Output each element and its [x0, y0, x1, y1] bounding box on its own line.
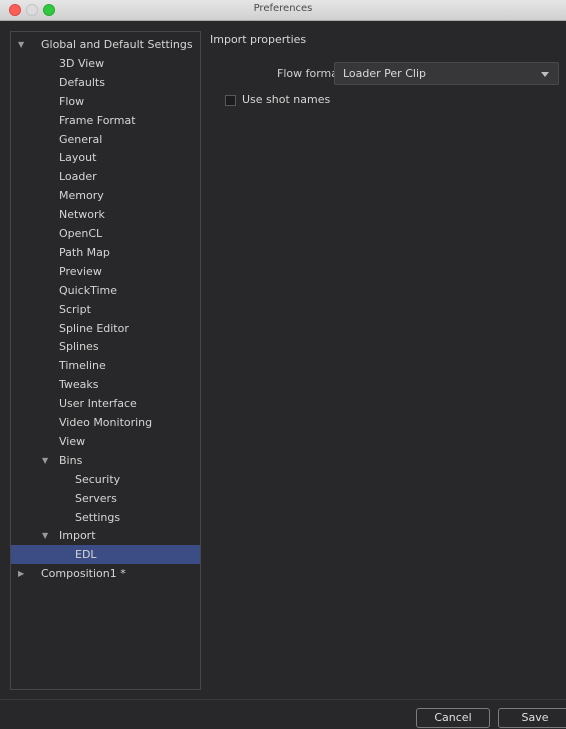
tree-item[interactable]: Defaults: [11, 73, 200, 92]
tree-item-label: Script: [59, 302, 91, 316]
tree-item-label: QuickTime: [59, 283, 118, 297]
tree-item-label: Spline Editor: [59, 321, 129, 335]
tree-item-label: Video Monitoring: [59, 416, 153, 429]
use-shot-names-label[interactable]: Use shot names: [242, 93, 330, 106]
tree-item-label: EDL: [75, 548, 97, 562]
tree-item[interactable]: Tweaks: [11, 375, 200, 394]
tree-item-label: User Interface: [59, 397, 137, 411]
tree-item[interactable]: ▶ Composition1 *: [11, 564, 200, 583]
expand-arrow-icon[interactable]: ▼: [42, 451, 48, 470]
tree-item[interactable]: Flow: [11, 92, 200, 111]
tree-item-label: OpenCL: [59, 227, 103, 240]
tree-item[interactable]: Spline Editor: [11, 319, 200, 338]
tree-item-label: Defaults: [59, 75, 105, 89]
tree-item[interactable]: ▼ Global and Default Settings: [11, 35, 200, 54]
expand-arrow-icon[interactable]: ▼: [18, 35, 24, 54]
tree-item-label: Loader: [59, 170, 97, 184]
panel-title: Import properties: [210, 33, 307, 46]
window-title: Preferences: [253, 3, 313, 14]
tree-item-label: Preview: [59, 264, 102, 278]
preferences-window: Preferences ▼ Global and Default Settings…: [0, 0, 566, 729]
tree-item[interactable]: Script: [11, 300, 200, 319]
tree-item-label: Network: [59, 208, 105, 222]
tree-item[interactable]: Timeline: [11, 356, 200, 375]
tree-item[interactable]: QuickTime: [11, 281, 200, 300]
tree-item-label: Layout: [59, 151, 97, 165]
title-bar: Preferences: [0, 0, 566, 21]
tree-item[interactable]: Frame Format: [11, 111, 200, 130]
tree-item[interactable]: General: [11, 130, 200, 149]
import-properties-panel: Import properties Flow format: Loader Pe…: [203, 31, 566, 690]
tree-item[interactable]: ▼ Bins: [11, 451, 200, 470]
cancel-button[interactable]: Cancel: [416, 708, 490, 728]
tree-item-label: Path Map: [59, 245, 110, 259]
expand-arrow-icon[interactable]: ▼: [42, 526, 48, 545]
collapse-arrow-icon[interactable]: ▶: [18, 564, 24, 583]
tree-item[interactable]: ▼ Import: [11, 526, 200, 545]
tree-item-label: Frame Format: [59, 113, 136, 127]
tree-item[interactable]: Path Map: [11, 243, 200, 262]
use-shot-names-checkbox[interactable]: [225, 95, 236, 106]
settings-tree: ▼ Global and Default Settings 3D View Defau…: [10, 31, 201, 690]
tree-item-label: General: [59, 132, 103, 146]
tree-item[interactable]: 3D View: [11, 54, 200, 73]
tree-item-label: Flow: [59, 94, 85, 108]
tree-item[interactable]: Layout: [11, 148, 200, 167]
tree-item-label: Settings: [75, 510, 121, 524]
tree-item[interactable]: User Interface: [11, 394, 200, 413]
tree-item-label: Splines: [59, 340, 99, 354]
tree-item-label: Tweaks: [59, 378, 99, 392]
tree-item[interactable]: OpenCL: [11, 224, 200, 243]
tree-item[interactable]: Security: [11, 470, 200, 489]
tree-item-label: Import: [59, 529, 96, 543]
tree-item[interactable]: Loader: [11, 167, 200, 186]
save-button[interactable]: Save: [498, 708, 566, 728]
tree-item-label: Global and Default Settings: [41, 38, 193, 51]
tree-item-label: Composition1 *: [41, 567, 126, 581]
tree-item-label: Servers: [75, 491, 117, 505]
tree-item[interactable]: Network: [11, 205, 200, 224]
tree-item-label: Memory: [59, 189, 104, 203]
tree-item-label: View: [59, 434, 86, 448]
tree-item[interactable]: Splines: [11, 337, 200, 356]
tree-item[interactable]: Video Monitoring: [11, 413, 200, 432]
tree-item-label: Bins: [59, 453, 83, 467]
tree-item[interactable]: Servers: [11, 489, 200, 508]
tree-item-label: Security: [75, 472, 121, 486]
flow-format-value: Loader Per Clip: [343, 67, 426, 80]
tree-item-label: 3D View: [59, 56, 105, 70]
chevron-down-icon: [541, 72, 549, 77]
flow-format-dropdown[interactable]: Loader Per Clip: [334, 62, 559, 85]
tree-item-label: Timeline: [59, 359, 106, 373]
footer-divider: [0, 699, 566, 700]
tree-item[interactable]: Settings: [11, 508, 200, 527]
tree-item[interactable]: EDL: [11, 545, 200, 565]
tree-item[interactable]: Memory: [11, 186, 200, 205]
tree-item[interactable]: View: [11, 432, 200, 451]
tree-item[interactable]: Preview: [11, 262, 200, 281]
